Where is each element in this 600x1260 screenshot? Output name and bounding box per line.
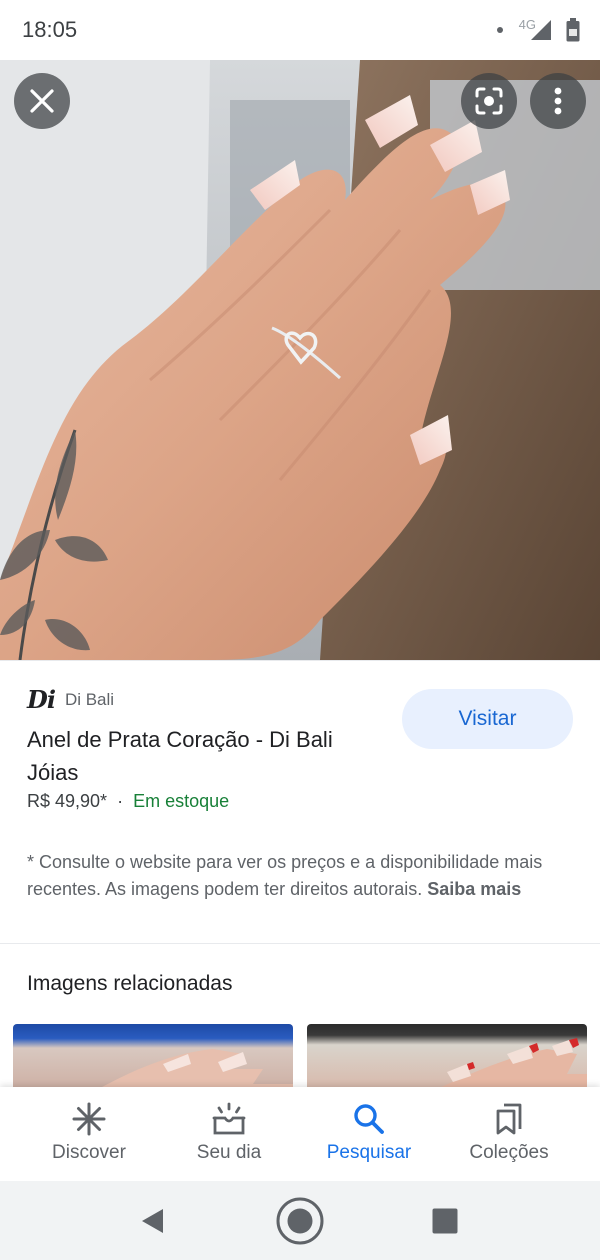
nav-discover[interactable]: Discover (19, 1087, 159, 1181)
more-options-button[interactable] (530, 73, 586, 129)
notification-dot-icon (496, 27, 503, 33)
asterisk-icon (72, 1102, 106, 1136)
visit-button[interactable]: Visitar (402, 689, 573, 749)
back-icon (142, 1208, 163, 1233)
stock-status: Em estoque (133, 791, 230, 811)
nav-label: Coleções (469, 1142, 549, 1163)
more-vert-icon (554, 87, 562, 115)
source-row[interactable]: Di Di Bali (27, 685, 114, 714)
close-icon (30, 89, 54, 113)
back-button[interactable] (130, 1181, 174, 1260)
home-icon (276, 1197, 324, 1244)
bottom-navigation: Discover Seu dia Pesquisar Coleções (0, 1087, 600, 1181)
recents-icon (432, 1208, 458, 1233)
related-image-thumbnail[interactable] (13, 1024, 293, 1088)
source-name: Di Bali (64, 689, 115, 709)
related-image-thumbnail[interactable] (307, 1024, 587, 1088)
separator: · (117, 791, 124, 811)
google-lens-icon (475, 87, 503, 115)
status-time: 18:05 (22, 17, 78, 42)
product-title[interactable]: Anel de Prata Coração - Di Bali Jóias (27, 723, 387, 789)
sunrise-icon (212, 1102, 246, 1135)
network-type: 4G (518, 16, 536, 32)
learn-more-link[interactable]: Saiba mais (427, 879, 521, 899)
product-price: R$ 49,90* (27, 791, 108, 811)
hand-ring-photo (0, 60, 600, 660)
nav-label: Seu dia (196, 1142, 262, 1163)
close-button[interactable] (14, 73, 70, 129)
search-icon (354, 1104, 384, 1134)
related-image-1 (100, 1049, 293, 1088)
collections-icon (496, 1103, 522, 1135)
related-images-title: Imagens relacionadas (27, 972, 233, 995)
source-logo: Di (27, 685, 56, 714)
disclaimer-text: * Consulte o website para ver os preços … (27, 849, 567, 903)
nav-pesquisar[interactable]: Pesquisar (299, 1087, 439, 1181)
lens-button[interactable] (461, 73, 517, 129)
nav-label: Discover (52, 1142, 126, 1163)
system-navigation-bar (0, 1181, 600, 1260)
nav-colecoes[interactable]: Coleções (439, 1087, 579, 1181)
related-images-section: Imagens relacionadas (0, 943, 600, 1088)
related-image-2 (439, 1038, 587, 1088)
status-bar: 18:05 4G (0, 0, 600, 60)
nav-label: Pesquisar (326, 1142, 412, 1163)
nav-seu-dia[interactable]: Seu dia (159, 1087, 299, 1181)
status-icons: 4G (496, 16, 580, 44)
product-info: Di Di Bali Anel de Prata Coração - Di Ba… (0, 660, 600, 943)
home-button[interactable] (274, 1181, 326, 1260)
recents-button[interactable] (428, 1181, 462, 1260)
price-row: R$ 49,90* · Em estoque (27, 791, 229, 812)
product-image[interactable] (0, 60, 600, 660)
battery-icon (566, 18, 580, 42)
